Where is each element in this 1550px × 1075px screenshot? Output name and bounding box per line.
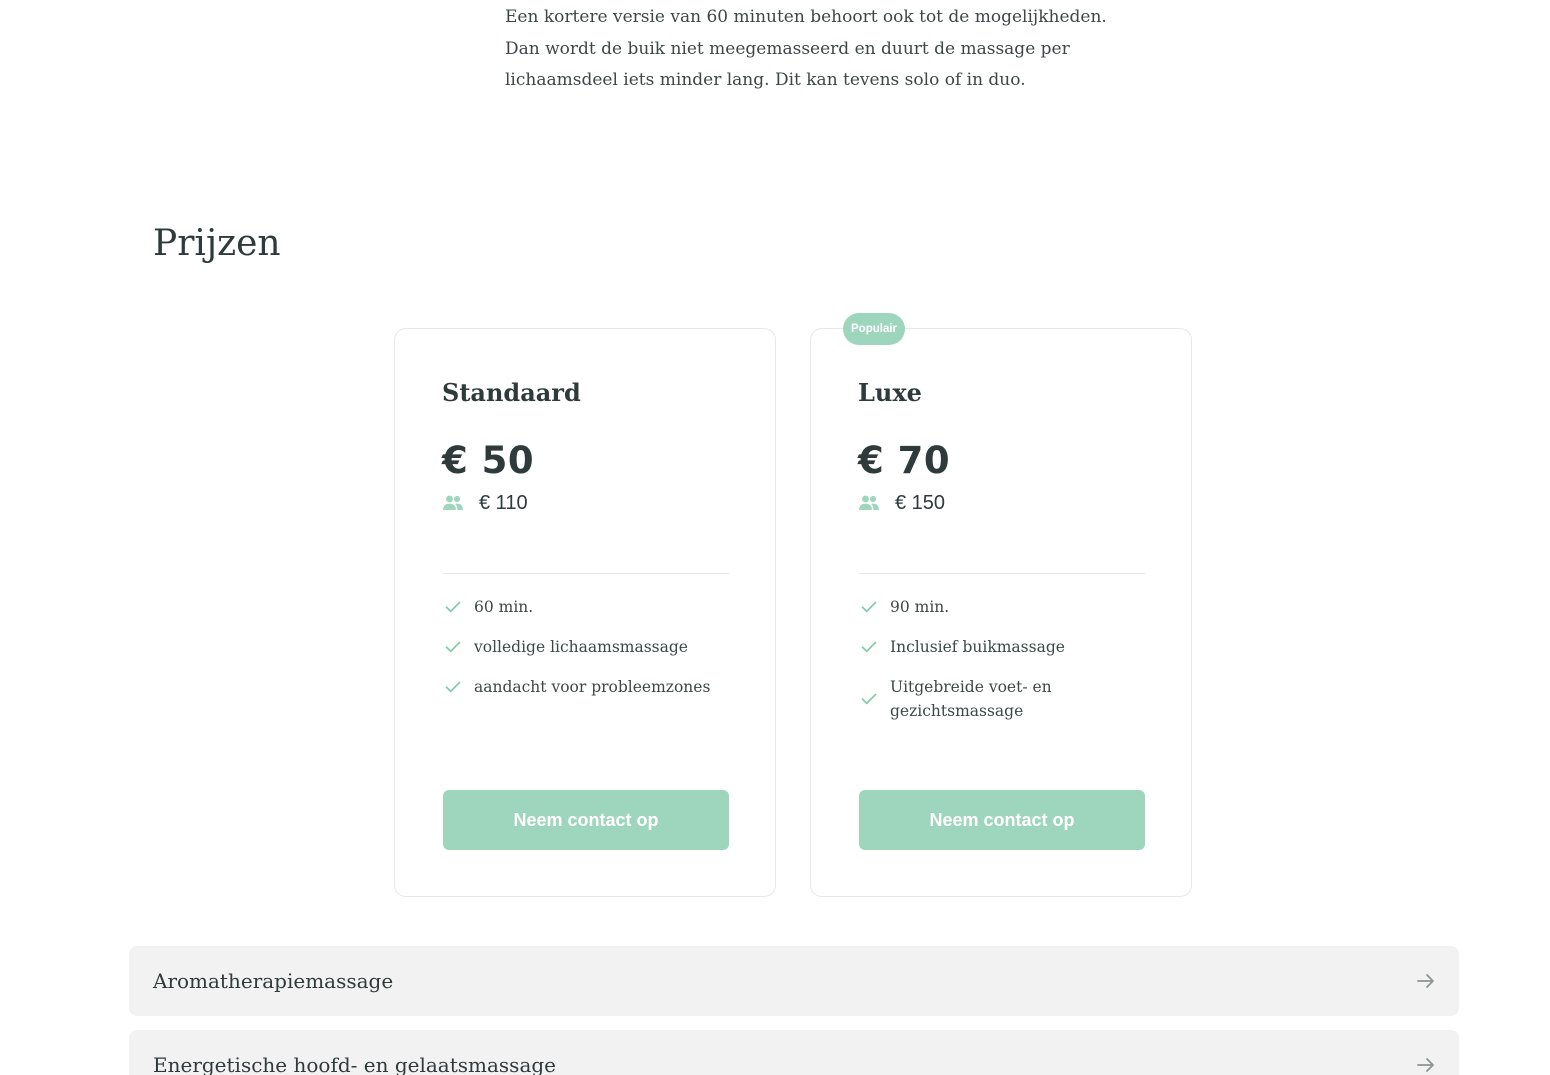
feature-list: 90 min. Inclusief buikmassage Uitgebreid…: [859, 595, 1149, 739]
feature-text: Uitgebreide voet- en gezichtsmassage: [890, 678, 1052, 720]
check-icon: [859, 689, 879, 709]
duo-price: € 150: [895, 491, 946, 514]
feature-text: Inclusief buikmassage: [890, 638, 1065, 656]
popular-badge: Populair: [843, 313, 906, 345]
feature-text: 60 min.: [474, 598, 534, 616]
intro-paragraph: Een kortere versie van 60 minuten behoor…: [505, 7, 1107, 90]
contact-button[interactable]: Neem contact op: [443, 790, 729, 850]
feature-item: 60 min.: [443, 595, 733, 619]
divider: [859, 573, 1145, 574]
arrow-right-icon: [1417, 973, 1435, 989]
accordion-aromatherapiemassage[interactable]: Aromatherapiemassage: [129, 946, 1459, 1016]
feature-text: aandacht voor probleemzones: [474, 678, 711, 696]
duo-price: € 110: [479, 491, 528, 514]
duo-price-row: € 110: [443, 489, 528, 517]
arrow-right-icon: [1417, 1057, 1435, 1073]
feature-text: volledige lichaamsmassage: [474, 638, 688, 656]
feature-item: aandacht voor probleemzones: [443, 675, 733, 699]
people-icon: [443, 495, 463, 511]
duo-price-row: € 150: [859, 489, 945, 517]
check-icon: [443, 637, 463, 657]
feature-item: Uitgebreide voet- en gezichtsmassage: [859, 675, 1149, 723]
plan-name: Luxe: [858, 378, 922, 407]
feature-text: 90 min.: [890, 598, 950, 616]
check-icon: [443, 597, 463, 617]
divider: [443, 573, 729, 574]
plan-price: € 70: [858, 439, 951, 482]
feature-list: 60 min. volledige lichaamsmassage aandac…: [443, 595, 733, 715]
feature-item: volledige lichaamsmassage: [443, 635, 733, 659]
pricing-card-standaard: Standaard € 50 € 110 60 min. volledige l…: [394, 328, 776, 897]
accordion-label: Aromatherapiemassage: [153, 969, 394, 993]
contact-button[interactable]: Neem contact op: [859, 790, 1145, 850]
accordion-label: Energetische hoofd- en gelaatsmassage: [153, 1053, 557, 1075]
plan-name: Standaard: [442, 378, 581, 407]
check-icon: [443, 677, 463, 697]
plan-price: € 50: [442, 439, 535, 482]
check-icon: [859, 637, 879, 657]
feature-item: Inclusief buikmassage: [859, 635, 1149, 659]
pricing-title: Prijzen: [153, 223, 281, 264]
pricing-card-luxe: Populair Luxe € 70 € 150 90 min. Inclusi…: [810, 313, 1192, 897]
people-icon: [859, 495, 879, 511]
accordion-energetische-hoofd-en-gelaatsmassage[interactable]: Energetische hoofd- en gelaatsmassage: [129, 1030, 1459, 1075]
check-icon: [859, 597, 879, 617]
feature-item: 90 min.: [859, 595, 1149, 619]
